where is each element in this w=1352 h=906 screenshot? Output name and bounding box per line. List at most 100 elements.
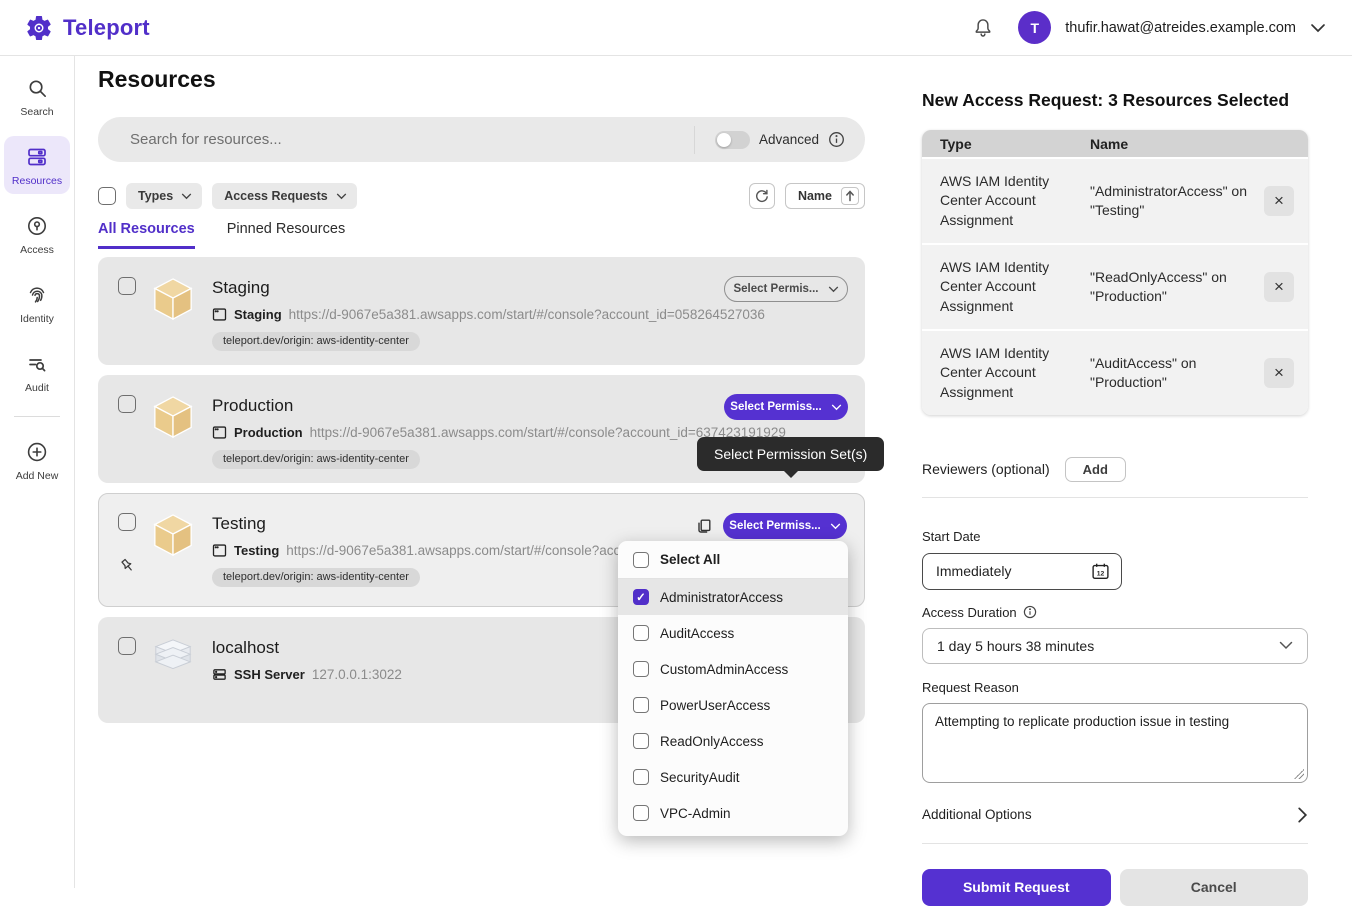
advanced-label: Advanced: [759, 132, 819, 147]
resource-name: Testing: [212, 514, 654, 534]
tab-all-resources[interactable]: All Resources: [98, 221, 195, 249]
types-filter-button[interactable]: Types: [126, 183, 202, 209]
calendar-icon: 12: [1091, 562, 1110, 581]
submit-request-button[interactable]: Submit Request: [922, 869, 1111, 906]
sort-asc-icon: [841, 187, 859, 205]
additional-options-toggle[interactable]: Additional Options: [922, 806, 1308, 824]
refresh-button[interactable]: [749, 183, 775, 209]
sidebar-item-add-new[interactable]: Add New: [4, 431, 70, 489]
chevron-down-icon: [831, 404, 842, 411]
perm-option-vpc-admin[interactable]: VPC-Admin: [618, 795, 848, 831]
user-menu[interactable]: T thufir.hawat@atreides.example.com: [1018, 11, 1326, 44]
remove-resource-button[interactable]: ×: [1264, 272, 1294, 302]
resource-tag[interactable]: teleport.dev/origin: aws-identity-center: [212, 332, 420, 351]
chevron-down-icon: [830, 523, 841, 530]
chevron-down-icon: [828, 286, 839, 293]
resource-kind: Testing: [234, 543, 279, 558]
resource-tag[interactable]: teleport.dev/origin: aws-identity-center: [212, 450, 420, 469]
sidebar-item-resources[interactable]: Resources: [4, 136, 70, 194]
notifications-bell-icon[interactable]: [970, 15, 996, 41]
resource-kind: Production: [234, 425, 303, 440]
app-window-icon: [212, 425, 227, 440]
start-date-input[interactable]: Immediately 12: [922, 553, 1122, 590]
select-permissions-button[interactable]: Select Permiss...: [724, 394, 848, 420]
perm-option-securityaudit[interactable]: SecurityAudit: [618, 759, 848, 795]
app-window-icon: [212, 307, 227, 322]
checkbox-unchecked[interactable]: [633, 625, 649, 641]
page-title: Resources: [98, 66, 216, 93]
search-icon: [26, 77, 49, 100]
user-email: thufir.hawat@atreides.example.com: [1065, 20, 1296, 36]
resource-kind: Staging: [234, 307, 282, 322]
checkbox-checked[interactable]: ✓: [633, 589, 649, 605]
advanced-search-section: Advanced: [694, 126, 865, 154]
search-input[interactable]: [98, 117, 694, 162]
perm-option-administratoraccess[interactable]: ✓ AdministratorAccess: [618, 579, 848, 615]
start-date-label: Start Date: [922, 529, 1308, 544]
aws-account-cube-icon: [152, 394, 194, 440]
topbar: Teleport T thufir.hawat@atreides.example…: [0, 0, 1352, 56]
resource-checkbox[interactable]: [118, 637, 136, 655]
chevron-down-icon: [336, 193, 347, 200]
perm-option-customadminaccess[interactable]: CustomAdminAccess: [618, 651, 848, 687]
perm-option-readonlyaccess[interactable]: ReadOnlyAccess: [618, 723, 848, 759]
sidebar-item-access[interactable]: Access: [4, 205, 70, 263]
selected-resources-table: Type Name AWS IAM Identity Center Accoun…: [922, 130, 1308, 415]
tab-pinned-resources[interactable]: Pinned Resources: [227, 221, 346, 249]
resize-handle[interactable]: [1294, 769, 1304, 779]
checkbox-unchecked[interactable]: [633, 733, 649, 749]
identity-fingerprint-icon: [25, 283, 49, 307]
select-permissions-button[interactable]: Select Permis...: [724, 276, 848, 302]
resource-checkbox[interactable]: [118, 513, 136, 531]
permission-sets-dropdown: Select All ✓ AdministratorAccess AuditAc…: [618, 541, 848, 836]
checkbox-unchecked[interactable]: [633, 661, 649, 677]
teleport-logo[interactable]: Teleport: [24, 13, 150, 43]
copy-icon[interactable]: [696, 518, 712, 534]
resources-icon: [25, 145, 49, 169]
resource-checkbox[interactable]: [118, 277, 136, 295]
perm-option-poweruseraccess[interactable]: PowerUserAccess: [618, 687, 848, 723]
info-icon[interactable]: [828, 131, 845, 148]
checkbox-unchecked[interactable]: [633, 769, 649, 785]
sort-by-name-button[interactable]: Name: [785, 183, 865, 209]
table-header: Type Name: [922, 130, 1308, 157]
perm-option-auditaccess[interactable]: AuditAccess: [618, 615, 848, 651]
checkbox-unchecked[interactable]: [633, 697, 649, 713]
resource-tag[interactable]: teleport.dev/origin: aws-identity-center: [212, 568, 420, 587]
resource-checkbox[interactable]: [118, 395, 136, 413]
cancel-button[interactable]: Cancel: [1120, 869, 1309, 906]
table-row: AWS IAM Identity Center Account Assignme…: [922, 243, 1308, 329]
checkbox-unchecked[interactable]: [633, 805, 649, 821]
table-row: AWS IAM Identity Center Account Assignme…: [922, 157, 1308, 243]
sidebar-item-audit[interactable]: Audit: [4, 343, 70, 401]
aws-account-cube-icon: [152, 512, 194, 558]
checkbox-unchecked[interactable]: [633, 552, 649, 568]
access-requests-filter-button[interactable]: Access Requests: [212, 183, 357, 209]
info-icon[interactable]: [1023, 605, 1037, 619]
perm-option-select-all[interactable]: Select All: [618, 541, 848, 579]
select-all-resources-checkbox[interactable]: [98, 187, 116, 205]
select-permission-tooltip: Select Permission Set(s): [697, 437, 884, 471]
sidebar-divider: [14, 416, 60, 417]
chevron-down-icon: [181, 193, 192, 200]
resource-card-staging[interactable]: Staging Staging https://d-9067e5a381.aws…: [98, 257, 865, 365]
aws-account-cube-icon: [152, 276, 194, 322]
ssh-server-icon: [212, 667, 227, 682]
chevron-down-icon: [1279, 641, 1293, 650]
audit-list-search-icon: [25, 352, 49, 376]
access-duration-select[interactable]: 1 day 5 hours 38 minutes: [922, 628, 1308, 664]
advanced-toggle[interactable]: [715, 131, 750, 149]
pin-icon[interactable]: [119, 557, 136, 574]
request-reason-textarea[interactable]: Attempting to replicate production issue…: [922, 703, 1308, 783]
server-stack-icon: [152, 636, 194, 682]
remove-resource-button[interactable]: ×: [1264, 358, 1294, 388]
sidebar-item-search[interactable]: Search: [4, 68, 70, 125]
select-permissions-button[interactable]: Select Permiss...: [723, 513, 847, 539]
sidebar-item-identity[interactable]: Identity: [4, 274, 70, 332]
add-reviewer-button[interactable]: Add: [1065, 457, 1126, 482]
new-access-request-panel: New Access Request: 3 Resources Selected…: [922, 90, 1308, 906]
divider: [922, 843, 1308, 844]
teleport-gear-icon: [24, 13, 54, 43]
remove-resource-button[interactable]: ×: [1264, 186, 1294, 216]
refresh-icon: [755, 189, 769, 203]
